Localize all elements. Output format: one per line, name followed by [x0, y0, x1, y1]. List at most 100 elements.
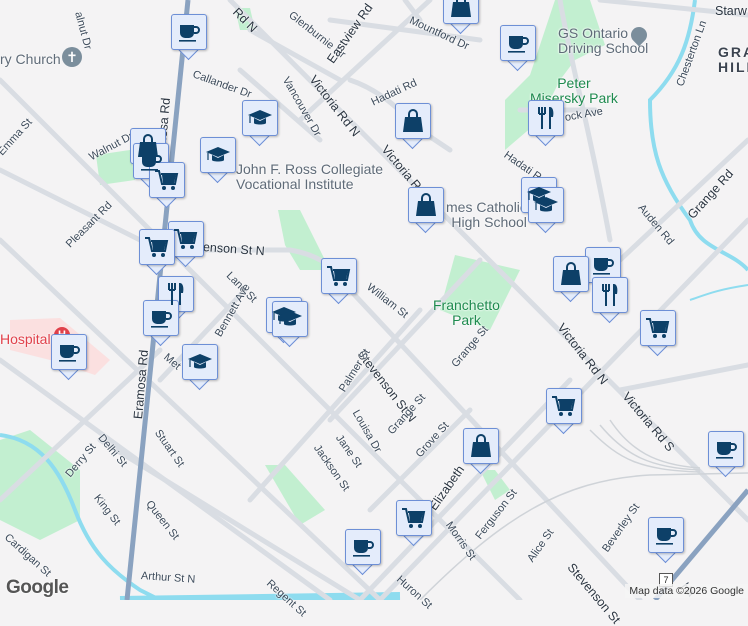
map-marker-shopping[interactable]	[408, 187, 444, 234]
place-name-line: John F. Ross Collegiate	[236, 161, 384, 177]
cafe-icon	[350, 534, 376, 560]
cafe-icon	[713, 436, 739, 462]
marker-box	[408, 187, 444, 223]
marker-box	[546, 388, 582, 424]
place-label-church[interactable]: ry Church	[0, 52, 61, 67]
marker-box	[648, 517, 684, 553]
map-marker-school[interactable]	[200, 137, 236, 184]
place-name-line: GS Ontario	[558, 25, 629, 41]
marker-box	[528, 187, 564, 223]
map-marker-cafe[interactable]	[345, 529, 381, 576]
map-marker-shopping[interactable]	[553, 256, 589, 303]
cafe-icon	[505, 30, 531, 56]
place-name-line: mes Catholic	[446, 199, 527, 215]
school-icon	[277, 306, 303, 332]
church-icon: ✝	[62, 47, 82, 67]
place-label-hospital[interactable]: Hospital	[0, 331, 51, 347]
grocery-icon	[173, 226, 199, 252]
marker-box	[345, 529, 381, 565]
grocery-icon	[326, 263, 352, 289]
cafe-icon	[176, 19, 202, 45]
marker-box	[585, 247, 621, 283]
map-marker-grocery[interactable]	[396, 500, 432, 547]
restaurant-icon	[597, 282, 623, 308]
grocery-icon	[144, 234, 170, 260]
marker-box	[272, 301, 308, 337]
google-logo: Google	[6, 577, 69, 598]
map-attribution[interactable]: Map data ©2026 Google	[625, 584, 748, 598]
marker-box	[708, 431, 744, 467]
marker-box	[395, 103, 431, 139]
shopping-icon	[413, 192, 439, 218]
map-marker-school[interactable]	[528, 187, 564, 234]
marker-box	[443, 0, 479, 24]
place-name-line: Vocational Institute	[236, 176, 354, 192]
place-name-line: High School	[451, 214, 527, 230]
area-name-line: HILL	[718, 59, 748, 75]
marker-box	[463, 428, 499, 464]
marker-box	[171, 14, 207, 50]
map-marker-grocery[interactable]	[321, 258, 357, 305]
grocery-icon	[154, 167, 180, 193]
school-icon	[247, 105, 273, 131]
map-marker-cafe[interactable]	[648, 517, 684, 564]
map-marker-cafe[interactable]	[708, 431, 744, 478]
map-marker-school[interactable]	[182, 344, 218, 391]
area-label: GRAHILL	[718, 45, 748, 75]
map-marker-cafe[interactable]	[143, 300, 179, 347]
marker-box	[149, 162, 185, 198]
map-marker-cafe[interactable]	[51, 334, 87, 381]
grocery-icon	[645, 315, 671, 341]
marker-box	[168, 221, 204, 257]
marker-box	[528, 100, 564, 136]
map-marker-shopping[interactable]	[463, 428, 499, 475]
map-marker-restaurant[interactable]	[528, 100, 564, 147]
cafe-icon	[653, 522, 679, 548]
cafe-icon	[56, 339, 82, 365]
marker-box	[592, 277, 628, 313]
place-name-line: Park	[452, 312, 481, 328]
map-marker-school[interactable]	[272, 301, 308, 348]
map-marker-grocery[interactable]	[640, 310, 676, 357]
map-marker-restaurant[interactable]	[592, 277, 628, 324]
map-marker-grocery[interactable]	[149, 162, 185, 209]
marker-box	[500, 25, 536, 61]
map-marker-school[interactable]	[242, 100, 278, 147]
place-name-line: Franchetto	[433, 297, 500, 313]
cafe-icon	[148, 305, 174, 331]
grocery-icon	[551, 393, 577, 419]
cafe-icon	[590, 252, 616, 278]
map-marker-cafe[interactable]	[171, 14, 207, 61]
marker-box	[51, 334, 87, 370]
grocery-icon	[401, 505, 427, 531]
restaurant-icon	[533, 105, 559, 131]
marker-box	[139, 229, 175, 265]
street-label: Starw	[715, 4, 747, 18]
marker-box	[396, 500, 432, 536]
school-icon	[205, 142, 231, 168]
marker-box	[200, 137, 236, 173]
map-marker-grocery[interactable]	[139, 229, 175, 276]
place-name-line: Peter	[557, 75, 591, 91]
place-label-john-ross[interactable]: John F. Ross Collegiate Vocational Instit…	[236, 162, 383, 192]
shopping-icon	[448, 0, 474, 19]
marker-box	[640, 310, 676, 346]
place-label-st-james[interactable]: mes Catholic High School	[446, 200, 527, 230]
area-name-line: GRA	[718, 44, 748, 60]
shopping-icon	[468, 433, 494, 459]
map-marker-cafe[interactable]	[500, 25, 536, 72]
map-marker-shopping[interactable]	[395, 103, 431, 150]
marker-box	[182, 344, 218, 380]
map-marker-shopping[interactable]	[443, 0, 479, 35]
shopping-icon	[558, 261, 584, 287]
shopping-icon	[400, 108, 426, 134]
marker-box	[321, 258, 357, 294]
marker-box	[242, 100, 278, 136]
school-icon	[187, 349, 213, 375]
marker-box	[143, 300, 179, 336]
marker-box	[553, 256, 589, 292]
school-icon	[533, 192, 559, 218]
restaurant-icon	[163, 281, 189, 307]
place-label-franchetto-park[interactable]: Franchetto Park	[433, 298, 500, 328]
map-marker-grocery[interactable]	[546, 388, 582, 435]
